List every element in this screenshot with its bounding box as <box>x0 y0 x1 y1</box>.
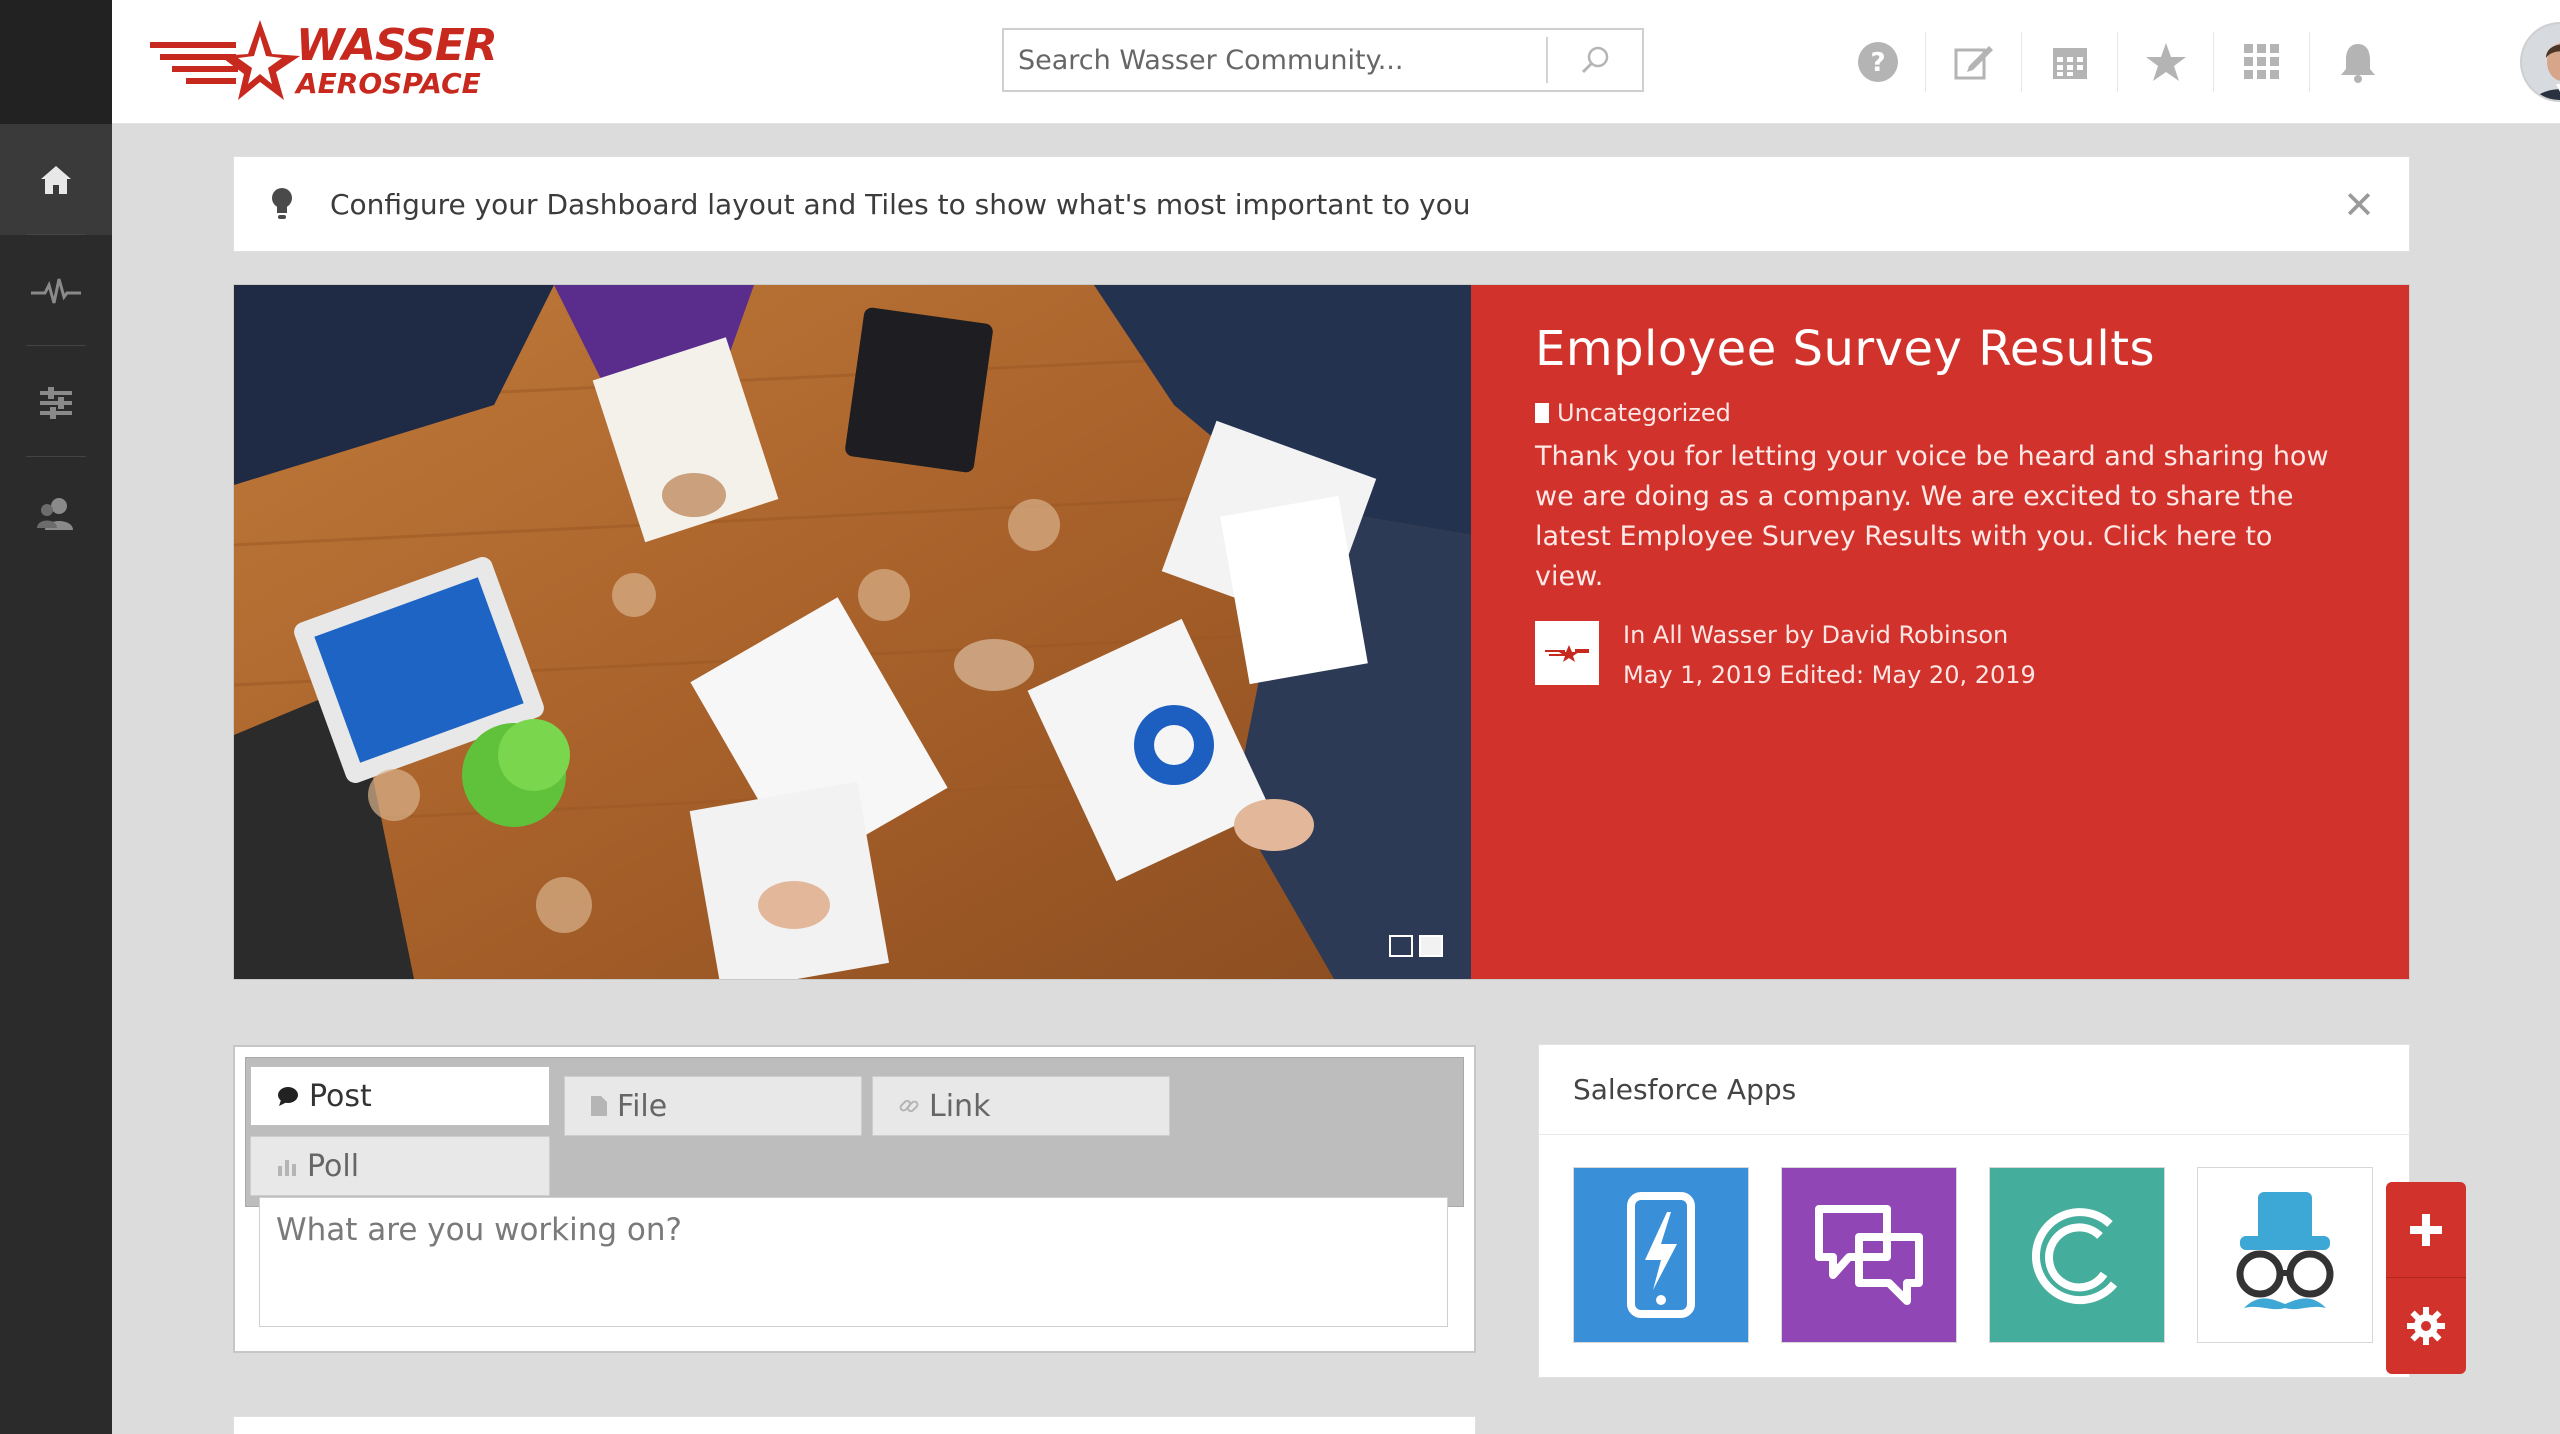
brand-mini-logo <box>1545 645 1589 662</box>
close-icon: ✕ <box>2343 183 2375 227</box>
calendar-button[interactable] <box>2022 20 2118 104</box>
tab-link-label: Link <box>929 1088 991 1124</box>
brand-wordmark: WASSER AEROSPACE <box>296 20 498 100</box>
plus-icon <box>2410 1213 2442 1246</box>
hero-meta-line1: In All Wasser by David Robinson <box>1623 621 2009 649</box>
tab-file[interactable]: File <box>564 1076 862 1136</box>
user-avatar[interactable] <box>2520 22 2560 102</box>
star-icon <box>2146 43 2186 81</box>
post-input[interactable] <box>260 1198 1447 1326</box>
brand-name-line1: WASSER <box>296 20 498 71</box>
apps-grid-icon <box>2244 44 2279 79</box>
calendar-icon <box>2053 48 2087 79</box>
search-button[interactable] <box>1548 30 1642 90</box>
hero-summary: Thank you for letting your voice be hear… <box>1535 441 2329 592</box>
app-tile-chat[interactable] <box>1781 1167 1957 1343</box>
bell-icon <box>2341 44 2375 83</box>
filters-icon <box>40 386 72 419</box>
brand-logo[interactable]: WASSER AEROSPACE <box>150 18 498 106</box>
mobile-lightning-icon <box>1627 1192 1695 1318</box>
search-input[interactable] <box>1004 30 1546 90</box>
featured-carousel[interactable]: Employee Survey Results Uncategorized Th… <box>233 284 2410 980</box>
hero-article-panel[interactable]: Employee Survey Results Uncategorized Th… <box>1471 285 2409 979</box>
chat-bubbles-icon <box>1815 1205 1923 1305</box>
link-icon <box>899 1096 919 1116</box>
search-box <box>1002 28 1644 92</box>
nav-filters[interactable] <box>0 346 112 457</box>
brand-name-line2: AEROSPACE <box>296 67 481 100</box>
hero-image[interactable] <box>234 285 1471 979</box>
star-wings-icon <box>150 20 300 100</box>
feed-card-peek <box>233 1416 1476 1434</box>
top-header: WASSER AEROSPACE ? <box>112 0 2560 124</box>
help-button[interactable]: ? <box>1830 20 1926 104</box>
left-nav-rail <box>0 0 112 1434</box>
header-icon-bar: ? <box>1830 20 2406 104</box>
favorites-button[interactable] <box>2118 20 2214 104</box>
lightbulb-icon <box>272 188 292 219</box>
nav-activity[interactable] <box>0 235 112 346</box>
svg-text:?: ? <box>1870 48 1885 78</box>
tab-post[interactable]: Post <box>250 1066 550 1126</box>
carousel-dot-1[interactable] <box>1389 935 1413 957</box>
apps-card-title: Salesforce Apps <box>1539 1045 2409 1135</box>
feed-publisher: Post File Link Poll <box>233 1045 1476 1353</box>
carousel-indicators <box>1389 935 1443 957</box>
app-launcher-button[interactable] <box>2214 20 2310 104</box>
app-tile-c[interactable] <box>1989 1167 2165 1343</box>
publisher-tab-strip: Post File Link Poll <box>245 1057 1464 1207</box>
hero-meta: In All Wasser by David Robinson May 1, 2… <box>1535 621 2345 695</box>
help-icon: ? <box>1858 42 1898 82</box>
c-logo-icon <box>2031 1208 2118 1305</box>
hero-category[interactable]: Uncategorized <box>1535 399 2345 427</box>
publisher-textarea-wrap <box>259 1197 1448 1327</box>
user-photo <box>2522 24 2560 100</box>
tip-text: Configure your Dashboard layout and Tile… <box>330 187 1471 221</box>
gear-icon <box>2407 1307 2445 1345</box>
rail-top <box>0 0 112 124</box>
salesforce-apps-card: Salesforce Apps <box>1538 1044 2410 1378</box>
document-icon <box>591 1096 607 1116</box>
people-icon <box>37 497 73 530</box>
app-tile-disguise[interactable] <box>2197 1167 2373 1343</box>
add-tile-button[interactable] <box>2386 1182 2466 1278</box>
carousel-dot-2[interactable] <box>1419 935 1443 957</box>
tab-post-label: Post <box>309 1078 372 1114</box>
app-tile-mobile[interactable] <box>1573 1167 1749 1343</box>
dashboard-tip-banner: Configure your Dashboard layout and Tile… <box>233 156 2410 252</box>
author-thumbnail[interactable] <box>1535 621 1599 685</box>
home-icon <box>41 165 71 194</box>
tab-link[interactable]: Link <box>872 1076 1170 1136</box>
tip-close-button[interactable]: ✕ <box>2339 183 2379 227</box>
nav-home[interactable] <box>0 124 112 235</box>
hero-title[interactable]: Employee Survey Results <box>1535 321 2345 377</box>
apps-tile-row <box>1573 1167 2373 1343</box>
category-icon <box>1535 403 1549 423</box>
notifications-button[interactable] <box>2310 20 2406 104</box>
settings-button[interactable] <box>2386 1278 2466 1374</box>
meeting-table-photo <box>234 285 1471 979</box>
hero-meta-line2: May 1, 2019 Edited: May 20, 2019 <box>1623 661 2036 689</box>
tip-bulb <box>234 187 330 221</box>
compose-icon <box>1954 46 1993 80</box>
floating-action-menu <box>2386 1182 2466 1374</box>
compose-button[interactable] <box>1926 20 2022 104</box>
tab-poll-label: Poll <box>307 1148 360 1184</box>
tab-poll[interactable]: Poll <box>250 1136 550 1196</box>
disguise-hat-glasses-icon <box>2236 1192 2334 1310</box>
nav-people[interactable] <box>0 457 112 568</box>
hero-category-label: Uncategorized <box>1557 399 1731 427</box>
tab-file-label: File <box>617 1088 668 1124</box>
search-icon <box>1581 46 1609 74</box>
bar-chart-icon <box>277 1156 297 1176</box>
activity-icon <box>31 278 81 303</box>
speech-bubble-icon <box>277 1086 299 1106</box>
hero-meta-lines: In All Wasser by David Robinson May 1, 2… <box>1623 615 2036 695</box>
